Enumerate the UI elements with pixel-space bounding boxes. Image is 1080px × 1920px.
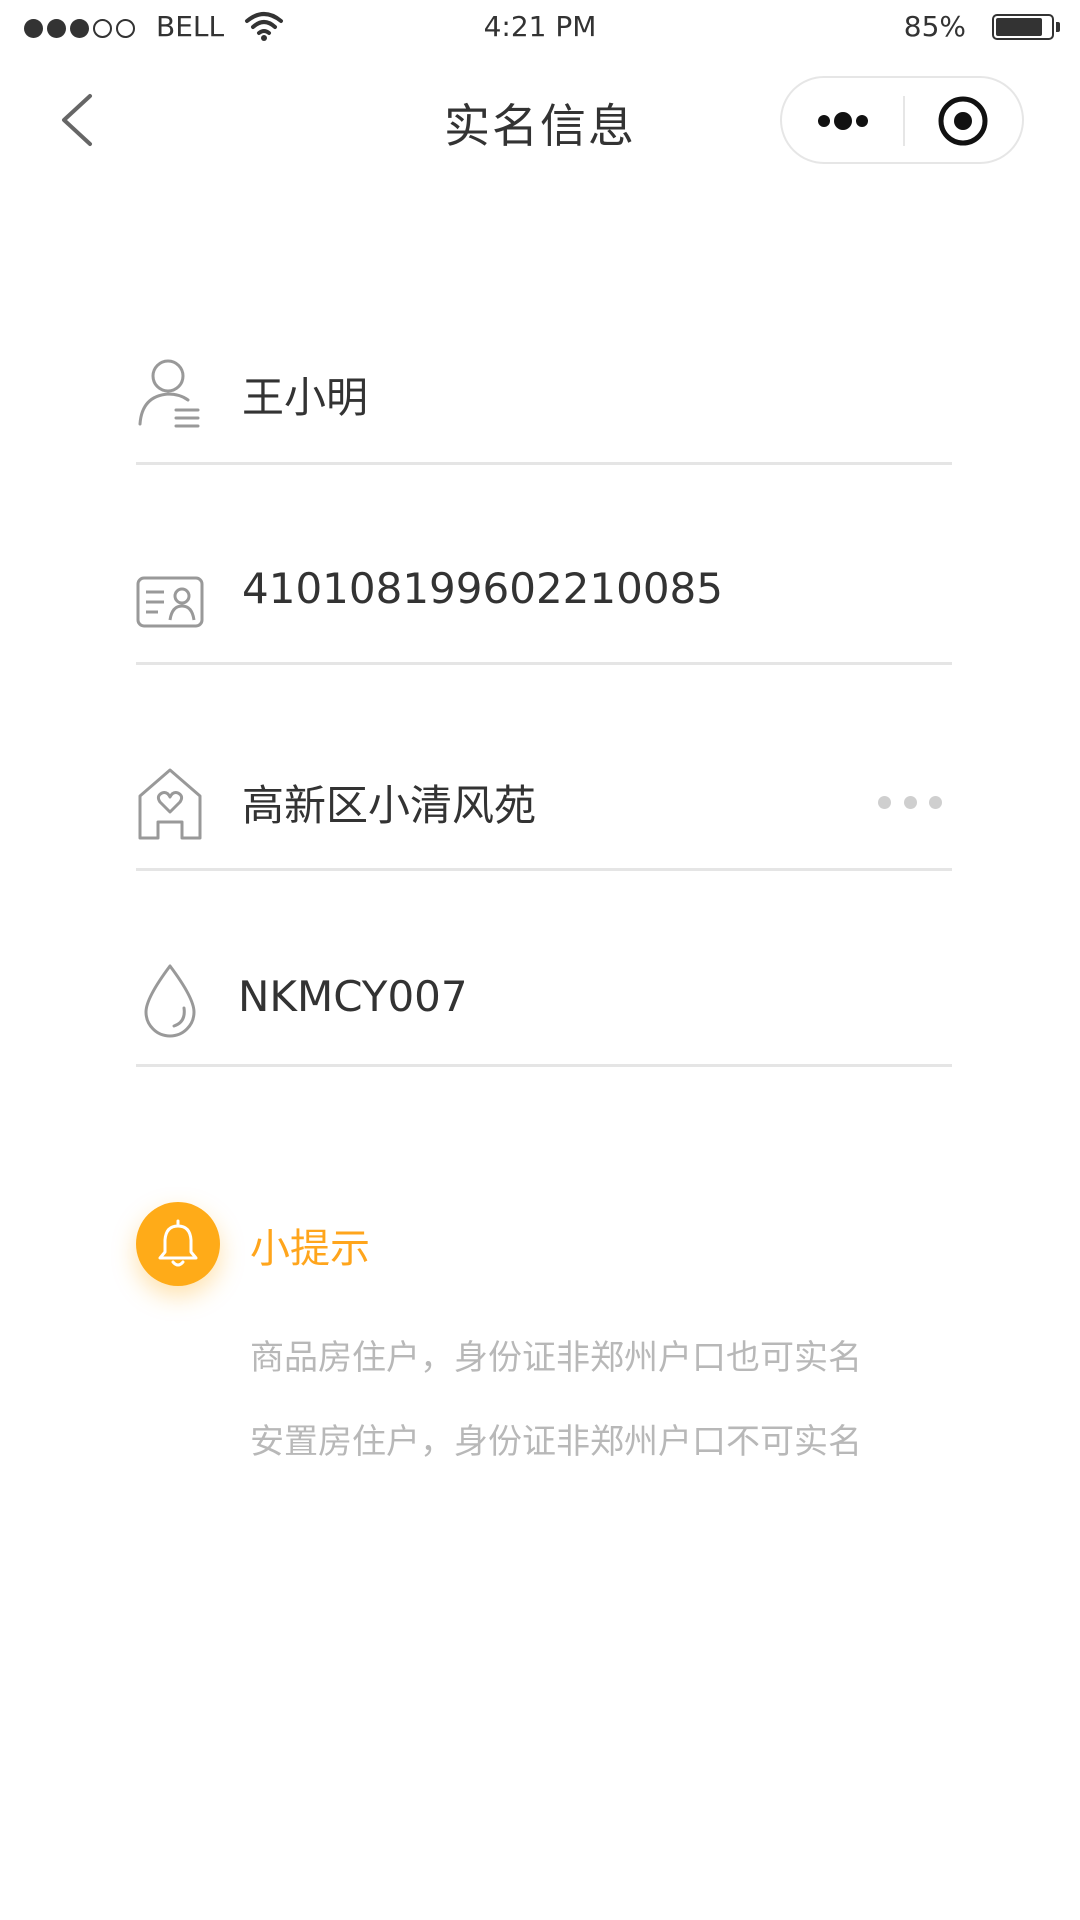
community-value: 高新区小清风苑 [242,781,537,830]
battery-tip [1056,22,1060,32]
battery-percent: 85% [903,10,966,43]
water-drop-icon [144,964,196,1038]
status-bar: BELL 4:21 PM 85% [0,0,1080,56]
community-field[interactable]: 高新区小清风苑 [136,758,952,871]
code-value: NKMCY007 [238,972,468,1021]
ellipsis-icon[interactable] [878,794,942,810]
mini-program-capsule [780,76,1024,164]
tip-line-1: 商品房住户，身份证非郑州户口也可实名 [250,1338,862,1378]
capsule-divider [903,96,905,146]
name-field[interactable]: 王小明 [136,348,952,465]
tips-title: 小提示 [250,1226,370,1272]
house-heart-icon [138,768,202,840]
user-icon [138,359,200,428]
id-number-value: 410108199602210085 [242,564,723,613]
tip-line-2: 安置房住户，身份证非郑州户口不可实名 [250,1422,862,1462]
more-dots-icon[interactable] [812,92,874,150]
battery-icon [992,14,1054,40]
id-card-icon [136,576,204,628]
target-icon[interactable] [934,92,992,150]
id-number-field[interactable]: 410108199602210085 [136,548,952,665]
name-value: 王小明 [242,373,369,422]
code-field[interactable]: NKMCY007 [136,960,952,1067]
bell-icon [136,1202,220,1286]
